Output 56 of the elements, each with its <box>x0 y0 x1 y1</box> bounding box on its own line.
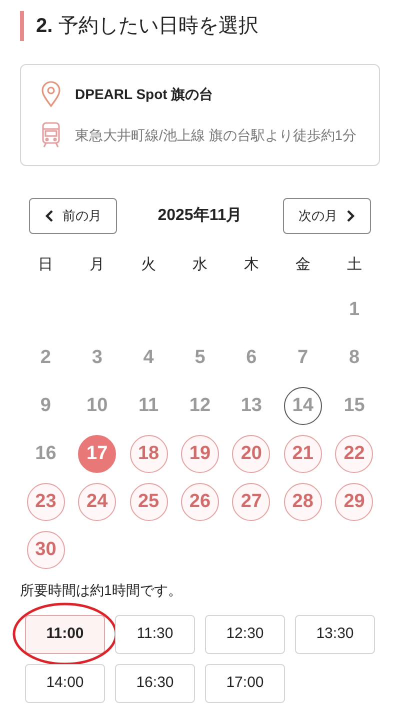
weekday-label: 月 <box>90 254 105 275</box>
calendar-day: 7 <box>284 339 322 377</box>
location-name: DPEARL Spot 旗の台 <box>75 84 214 104</box>
calendar-day: 11 <box>130 387 168 425</box>
chevron-right-icon <box>345 210 356 222</box>
calendar-day: 12 <box>180 387 219 425</box>
calendar-day[interactable]: 21 <box>284 435 322 473</box>
train-icon <box>41 121 61 149</box>
calendar-day: 14 <box>284 387 322 425</box>
time-slot-button[interactable]: 11:30 <box>115 615 195 654</box>
calendar-day: 2 <box>26 339 65 377</box>
weekday-label: 水 <box>192 254 208 275</box>
duration-note: 所要時間は約1時間です。 <box>20 581 183 600</box>
weekday-label: 日 <box>38 254 54 275</box>
chevron-left-icon <box>44 210 54 222</box>
calendar-day[interactable]: 24 <box>78 483 116 521</box>
calendar-day: 10 <box>78 387 116 425</box>
weekday-label: 木 <box>244 254 259 275</box>
month-title: 2025年11月 <box>158 206 242 226</box>
calendar-day[interactable]: 29 <box>335 483 374 521</box>
calendar-day[interactable]: 20 <box>232 435 270 473</box>
calendar-day: 4 <box>130 339 168 377</box>
time-slot-button[interactable]: 12:30 <box>205 615 285 654</box>
calendar-day[interactable]: 30 <box>26 531 65 569</box>
time-slot-button[interactable]: 17:00 <box>205 664 285 703</box>
calendar-day: 1 <box>335 291 374 329</box>
calendar-day[interactable]: 28 <box>284 483 322 521</box>
calendar-day[interactable]: 26 <box>180 483 219 521</box>
calendar-day: 9 <box>26 387 65 425</box>
access-info: 東急大井町線/池上線 旗の台駅より徒歩約1分 <box>75 126 357 144</box>
calendar-day: 6 <box>232 339 270 377</box>
calendar-day[interactable]: 25 <box>130 483 168 521</box>
calendar-day[interactable]: 27 <box>232 483 270 521</box>
calendar-day: 13 <box>232 387 270 425</box>
weekday-label: 金 <box>295 254 310 275</box>
calendar-day[interactable]: 17 <box>78 435 116 473</box>
calendar-day: 16 <box>26 435 65 473</box>
next-month-button[interactable]: 次の月 <box>282 198 371 234</box>
previous-month-button[interactable]: 前の月 <box>29 198 117 234</box>
weekday-label: 土 <box>346 254 362 275</box>
time-slot-button[interactable]: 14:00 <box>25 664 105 703</box>
accent-bar <box>20 11 24 41</box>
calendar-day[interactable]: 19 <box>180 435 219 473</box>
section-title: 2. 予約したい日時を選択 <box>35 14 258 39</box>
calendar-day[interactable]: 23 <box>26 483 65 521</box>
calendar-day: 15 <box>335 387 374 425</box>
time-slot-button[interactable]: 13:30 <box>295 615 375 654</box>
calendar-day[interactable]: 18 <box>130 435 168 473</box>
time-slot-button[interactable]: 16:30 <box>115 664 195 703</box>
weekday-label: 火 <box>141 254 156 275</box>
calendar-day: 3 <box>78 339 116 377</box>
time-slot-button[interactable]: 11:00 <box>25 615 105 654</box>
calendar-day: 8 <box>335 339 374 377</box>
location-pin-icon <box>41 81 61 107</box>
calendar-day: 5 <box>180 339 219 377</box>
calendar-day[interactable]: 22 <box>335 435 374 473</box>
